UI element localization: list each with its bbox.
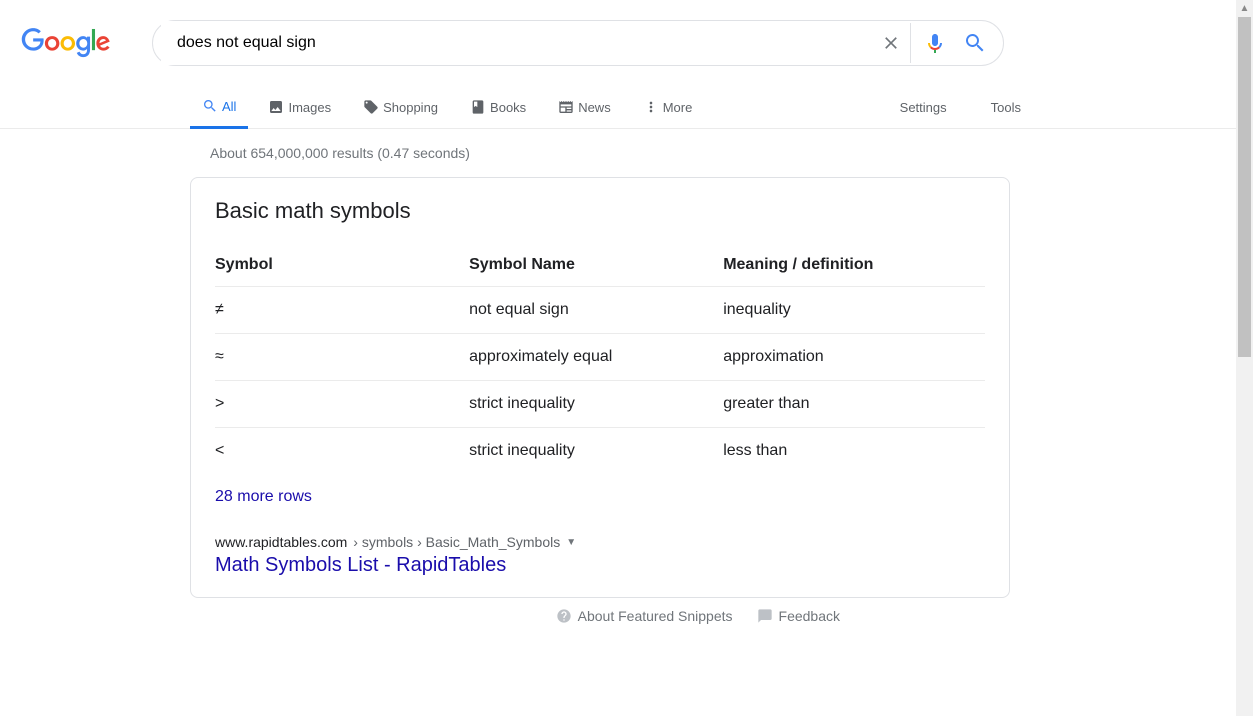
symbol-cell: < [215,428,469,475]
more-rows-link[interactable]: 28 more rows [215,474,985,520]
meaning-cell: greater than [723,381,985,428]
result-title-link[interactable]: Math Symbols List - RapidTables [215,554,506,576]
symbol-cell: ≈ [215,334,469,381]
nav-label: Settings [900,100,947,115]
snippet-heading: Basic math symbols [215,198,985,224]
search-button[interactable] [955,23,995,63]
meaning-cell: less than [723,428,985,475]
tab-news[interactable]: News [546,86,623,128]
scrollbar-thumb[interactable] [1238,17,1251,357]
chevron-down-icon[interactable]: ▼ [566,537,576,548]
footer-label: About Featured Snippets [578,608,733,624]
results-stats: About 654,000,000 results (0.47 seconds) [190,145,1040,161]
symbol-cell: > [215,381,469,428]
name-cell: strict inequality [469,428,723,475]
scrollbar[interactable]: ▲ [1236,0,1253,716]
table-header: Symbol Name [469,244,723,287]
tools-link[interactable]: Tools [979,86,1033,128]
table-header: Meaning / definition [723,244,985,287]
about-snippets-link[interactable]: About Featured Snippets [556,608,733,624]
name-cell: not equal sign [469,287,723,334]
nav-label: Tools [991,100,1021,115]
help-icon [556,608,572,624]
voice-search-button[interactable] [915,23,955,63]
tab-label: Shopping [383,100,438,115]
search-icon [963,31,987,55]
name-cell: approximately equal [469,334,723,381]
search-tabs: All Images Shopping Books News More Sett… [0,86,1253,129]
tab-label: Books [490,100,526,115]
more-vert-icon [643,99,659,115]
feedback-link[interactable]: Feedback [757,608,840,624]
meaning-cell: approximation [723,334,985,381]
tab-label: All [222,99,236,114]
search-icon [202,98,218,114]
tab-more[interactable]: More [631,86,705,128]
table-row: < strict inequality less than [215,428,985,475]
name-cell: strict inequality [469,381,723,428]
table-row: > strict inequality greater than [215,381,985,428]
search-input[interactable] [161,21,871,65]
result-breadcrumb[interactable]: www.rapidtables.com › symbols › Basic_Ma… [215,534,985,550]
google-logo[interactable] [20,28,112,58]
tab-shopping[interactable]: Shopping [351,86,450,128]
news-icon [558,99,574,115]
settings-link[interactable]: Settings [888,86,959,128]
tab-images[interactable]: Images [256,86,343,128]
table-row: ≠ not equal sign inequality [215,287,985,334]
book-icon [470,99,486,115]
tab-label: More [663,100,693,115]
meaning-cell: inequality [723,287,985,334]
tab-label: Images [288,100,331,115]
result-domain: www.rapidtables.com [215,534,347,550]
table-row: ≈ approximately equal approximation [215,334,985,381]
microphone-icon [923,31,947,55]
feedback-icon [757,608,773,624]
scroll-up-arrow[interactable]: ▲ [1236,0,1253,17]
result-crumbs: › symbols › Basic_Math_Symbols [353,534,560,550]
search-box [152,20,1004,66]
tab-books[interactable]: Books [458,86,538,128]
table-header: Symbol [215,244,469,287]
footer-label: Feedback [779,608,840,624]
close-icon [881,33,901,53]
featured-snippet: Basic math symbols Symbol Symbol Name Me… [190,177,1010,598]
tab-all[interactable]: All [190,86,248,129]
snippet-table: Symbol Symbol Name Meaning / definition … [215,244,985,474]
tab-label: News [578,100,611,115]
image-icon [268,99,284,115]
clear-button[interactable] [871,23,911,63]
symbol-cell: ≠ [215,287,469,334]
tag-icon [363,99,379,115]
